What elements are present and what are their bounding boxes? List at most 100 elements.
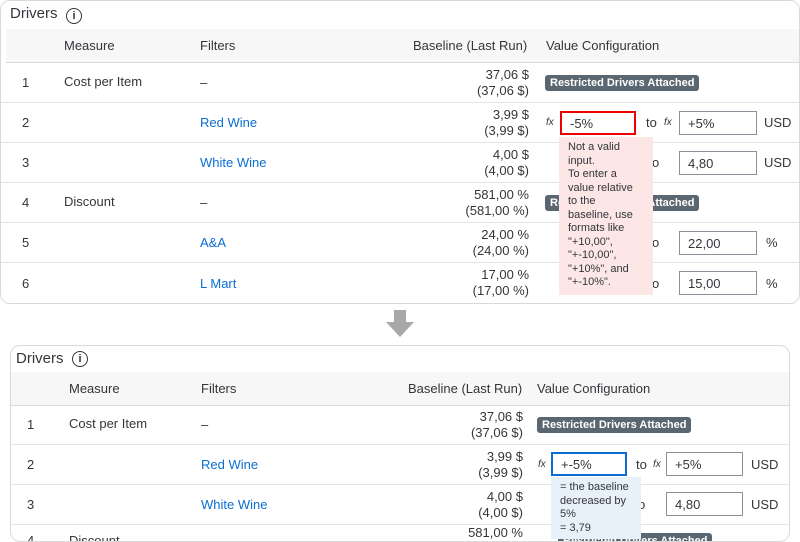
restricted-badge-cell: Restricted Drivers Attached	[545, 63, 700, 102]
row-number: 3	[22, 155, 30, 170]
info-icon[interactable]: i	[66, 8, 82, 24]
tooltip-line: To enter a	[568, 168, 617, 180]
tooltip-line: = the baseline	[560, 481, 629, 493]
table-header: Measure Filters Baseline (Last Run) Valu…	[11, 372, 789, 406]
restricted-drivers-badge[interactable]: Restricted Drivers Attached	[545, 74, 700, 91]
baseline-value: 3,99 $ (3,99 $)	[484, 103, 529, 142]
measure-label: Discount	[64, 194, 115, 209]
column-header-baseline[interactable]: Baseline (Last Run)	[413, 29, 527, 62]
row-number: 5	[22, 235, 30, 250]
baseline-value: 4,00 $ (4,00 $)	[484, 143, 529, 182]
row-number: 1	[27, 417, 35, 432]
baseline-value: 37,06 $ (37,06 $)	[471, 405, 523, 444]
to-value-input[interactable]: +5%	[679, 111, 757, 135]
unit-label: %	[766, 275, 778, 291]
row-number: 2	[22, 115, 30, 130]
measure-label: Cost per Item	[69, 416, 148, 431]
baseline-value: 3,99 $ (3,99 $)	[478, 445, 523, 484]
tooltip-line: 5%	[560, 508, 576, 520]
table-row: 3 White Wine 4,00 $ (4,00 $) o 4,80 USD	[1, 143, 799, 183]
to-label-partial: o	[652, 235, 660, 250]
tooltip-line: baseline, use	[568, 208, 633, 221]
tooltip-line: value relative	[568, 181, 633, 194]
baseline-previous: (37,06 $)	[476, 82, 529, 98]
panel-title: Drivers	[16, 350, 64, 367]
baseline-previous: (3,99 $)	[484, 122, 529, 138]
filter-label: –	[200, 195, 208, 210]
error-tooltip: Not a valid input. To enter a value rela…	[559, 137, 653, 295]
to-label-partial: o	[652, 155, 660, 170]
unit-label: %	[766, 235, 778, 250]
formula-icon[interactable]: fx	[546, 103, 554, 142]
tooltip-line: decreased by	[560, 494, 627, 507]
column-header-measure[interactable]: Measure	[69, 372, 120, 405]
table-row: 1 Cost per Item – 37,06 $ (37,06 $) Rest…	[11, 405, 789, 445]
unit-label: USD	[764, 115, 792, 130]
column-header-value-configuration[interactable]: Value Configuration	[537, 372, 650, 405]
baseline-value: 17,00 % (17,00 %)	[473, 263, 529, 303]
filter-link-red-wine[interactable]: Red Wine	[200, 103, 257, 142]
to-value-input[interactable]: +5%	[666, 452, 743, 476]
drivers-panel-before: Drivers i Measure Filters Baseline (Last…	[0, 0, 800, 304]
measure-label: Cost per Item	[64, 74, 143, 89]
tooltip-line: "+10,00",	[568, 235, 613, 248]
table-row: 3 White Wine 4,00 $ (4,00 $) o 4,80 USD	[11, 485, 789, 525]
table-row: 4 Discount 581,00 % Restricted Drivers A…	[11, 525, 789, 542]
restricted-drivers-badge[interactable]: Restricted Drivers Attached	[537, 416, 692, 433]
baseline-current: 37,06 $	[479, 408, 523, 424]
from-value-input-error[interactable]: -5%	[559, 110, 637, 136]
formula-icon[interactable]: fx	[538, 445, 546, 484]
tooltip-line: "+-10,00",	[568, 249, 617, 261]
arrow-down-icon	[386, 310, 414, 337]
info-icon[interactable]: i	[72, 351, 88, 367]
row-number: 2	[27, 457, 35, 472]
to-value-input[interactable]: 22,00	[679, 231, 757, 255]
measure-label: Discount	[69, 533, 120, 542]
baseline-previous: (581,00 %)	[465, 202, 529, 218]
row-number: 3	[27, 497, 35, 512]
baseline-current: 3,99 $	[486, 448, 523, 464]
column-header-baseline[interactable]: Baseline (Last Run)	[408, 372, 522, 405]
column-header-filters[interactable]: Filters	[200, 29, 235, 62]
table-header: Measure Filters Baseline (Last Run) Valu…	[6, 29, 799, 63]
panel-title: Drivers	[10, 5, 58, 22]
column-header-measure[interactable]: Measure	[64, 29, 115, 62]
tooltip-line: Not a valid	[568, 141, 620, 153]
baseline-previous: (37,06 $)	[470, 424, 523, 440]
table-row: 6 L Mart 17,00 % (17,00 %) o 15,00 %	[1, 263, 799, 303]
table-row: 5 A&A 24,00 % (24,00 %) o 22,00 %	[1, 223, 799, 263]
filter-label: –	[201, 417, 209, 432]
tooltip-line: input.	[568, 154, 595, 167]
column-header-filters[interactable]: Filters	[201, 372, 236, 405]
baseline-current: 4,00 $	[492, 146, 529, 162]
from-value-input-focused[interactable]: +-5%	[551, 452, 627, 476]
filter-label: –	[200, 75, 208, 90]
baseline-current: 4,00 $	[486, 488, 523, 504]
tooltip-line: "+-10%".	[568, 276, 611, 288]
formula-icon[interactable]: fx	[664, 103, 672, 142]
column-header-value-configuration[interactable]: Value Configuration	[546, 29, 659, 62]
to-value-input[interactable]: 4,80	[679, 151, 757, 175]
hint-tooltip: = the baseline decreased by 5% = 3,79	[551, 477, 641, 539]
row-number: 6	[22, 275, 30, 291]
unit-label: USD	[764, 155, 792, 170]
baseline-value: 37,06 $ (37,06 $)	[477, 63, 529, 102]
row-number: 1	[22, 75, 30, 90]
tooltip-line: "+10%", and	[568, 262, 629, 275]
unit-label: USD	[751, 497, 779, 512]
to-value-input[interactable]: 4,80	[666, 492, 743, 516]
formula-icon[interactable]: fx	[653, 445, 661, 484]
baseline-value: 581,00 %	[468, 525, 523, 540]
to-value-input[interactable]: 15,00	[679, 271, 757, 295]
baseline-previous: (24,00 %)	[472, 242, 529, 258]
baseline-value: 24,00 % (24,00 %)	[473, 223, 529, 262]
filter-link-aa[interactable]: A&A	[200, 223, 226, 262]
filter-link-l-mart[interactable]: L Mart	[200, 263, 236, 303]
filter-link-white-wine[interactable]: White Wine	[200, 143, 266, 182]
filter-link-red-wine[interactable]: Red Wine	[201, 445, 258, 484]
baseline-previous: (3,99 $)	[478, 464, 523, 480]
tooltip-line: = 3,79	[560, 521, 591, 534]
filter-link-white-wine[interactable]: White Wine	[201, 485, 267, 524]
baseline-previous: (4,00 $)	[478, 504, 523, 520]
baseline-current: 24,00 %	[481, 226, 529, 242]
